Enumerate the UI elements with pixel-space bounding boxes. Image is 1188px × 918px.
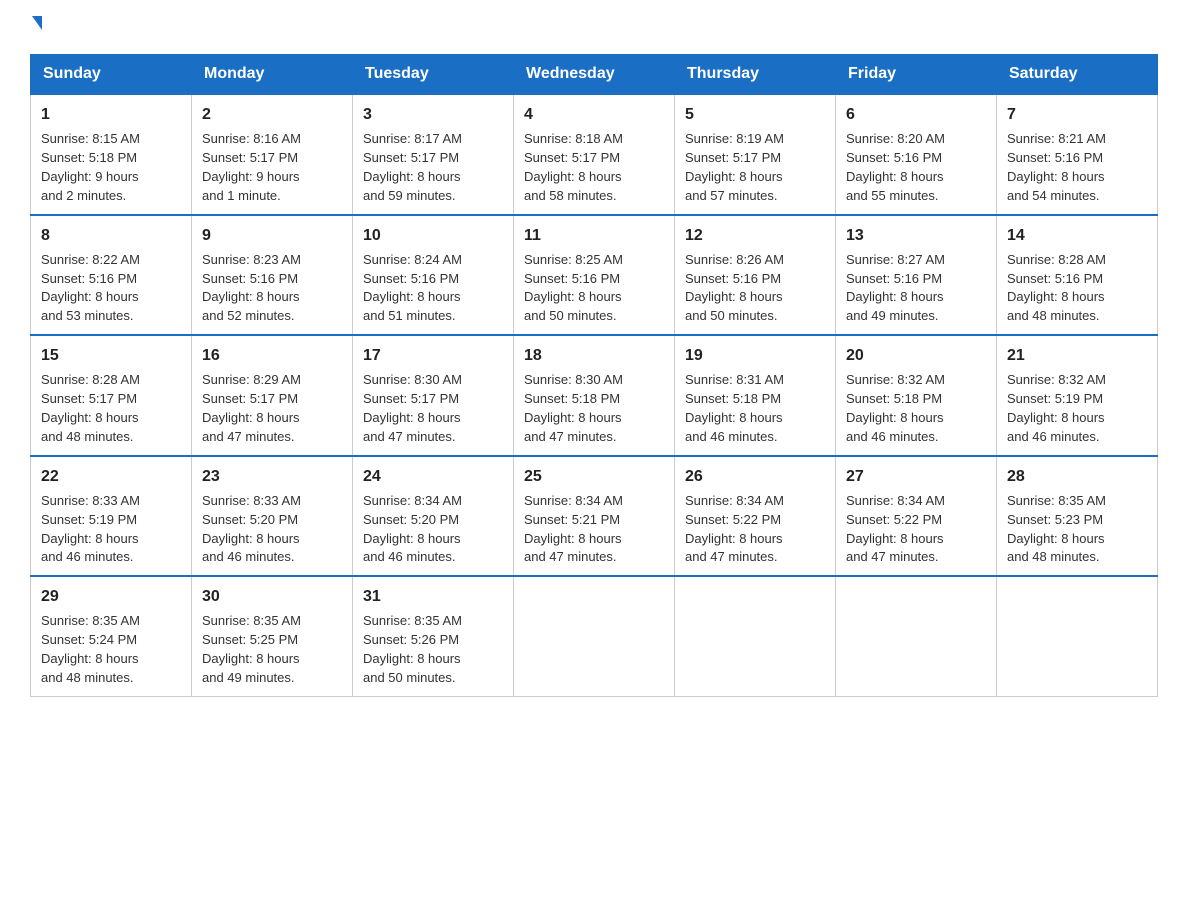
calendar-cell: 25Sunrise: 8:34 AMSunset: 5:21 PMDayligh… [514, 456, 675, 577]
calendar-week-row: 8Sunrise: 8:22 AMSunset: 5:16 PMDaylight… [31, 215, 1158, 336]
day-number: 4 [524, 103, 664, 126]
calendar-cell: 4Sunrise: 8:18 AMSunset: 5:17 PMDaylight… [514, 94, 675, 215]
calendar-cell: 16Sunrise: 8:29 AMSunset: 5:17 PMDayligh… [192, 335, 353, 456]
weekday-header-sunday: Sunday [31, 55, 192, 95]
calendar-cell: 8Sunrise: 8:22 AMSunset: 5:16 PMDaylight… [31, 215, 192, 336]
weekday-header-thursday: Thursday [675, 55, 836, 95]
calendar-cell: 19Sunrise: 8:31 AMSunset: 5:18 PMDayligh… [675, 335, 836, 456]
page-header [30, 20, 1158, 34]
calendar-cell [836, 576, 997, 696]
calendar-week-row: 22Sunrise: 8:33 AMSunset: 5:19 PMDayligh… [31, 456, 1158, 577]
day-number: 5 [685, 103, 825, 126]
calendar-cell [675, 576, 836, 696]
calendar-cell: 22Sunrise: 8:33 AMSunset: 5:19 PMDayligh… [31, 456, 192, 577]
day-number: 15 [41, 344, 181, 367]
day-number: 1 [41, 103, 181, 126]
weekday-header-tuesday: Tuesday [353, 55, 514, 95]
day-number: 25 [524, 465, 664, 488]
day-number: 12 [685, 224, 825, 247]
calendar-cell: 15Sunrise: 8:28 AMSunset: 5:17 PMDayligh… [31, 335, 192, 456]
calendar-cell: 31Sunrise: 8:35 AMSunset: 5:26 PMDayligh… [353, 576, 514, 696]
calendar-cell: 30Sunrise: 8:35 AMSunset: 5:25 PMDayligh… [192, 576, 353, 696]
calendar-cell: 18Sunrise: 8:30 AMSunset: 5:18 PMDayligh… [514, 335, 675, 456]
calendar-cell: 14Sunrise: 8:28 AMSunset: 5:16 PMDayligh… [997, 215, 1158, 336]
day-number: 17 [363, 344, 503, 367]
calendar-header-row: SundayMondayTuesdayWednesdayThursdayFrid… [31, 55, 1158, 95]
day-number: 24 [363, 465, 503, 488]
calendar-cell: 7Sunrise: 8:21 AMSunset: 5:16 PMDaylight… [997, 94, 1158, 215]
day-number: 21 [1007, 344, 1147, 367]
logo-arrow-icon [32, 16, 42, 30]
calendar-week-row: 15Sunrise: 8:28 AMSunset: 5:17 PMDayligh… [31, 335, 1158, 456]
calendar-cell: 5Sunrise: 8:19 AMSunset: 5:17 PMDaylight… [675, 94, 836, 215]
calendar-cell [997, 576, 1158, 696]
calendar-cell [514, 576, 675, 696]
weekday-header-monday: Monday [192, 55, 353, 95]
day-number: 31 [363, 585, 503, 608]
calendar-cell: 11Sunrise: 8:25 AMSunset: 5:16 PMDayligh… [514, 215, 675, 336]
calendar-cell: 24Sunrise: 8:34 AMSunset: 5:20 PMDayligh… [353, 456, 514, 577]
weekday-header-saturday: Saturday [997, 55, 1158, 95]
day-number: 8 [41, 224, 181, 247]
day-number: 18 [524, 344, 664, 367]
calendar-cell: 9Sunrise: 8:23 AMSunset: 5:16 PMDaylight… [192, 215, 353, 336]
day-number: 16 [202, 344, 342, 367]
day-number: 10 [363, 224, 503, 247]
day-number: 27 [846, 465, 986, 488]
day-number: 2 [202, 103, 342, 126]
day-number: 19 [685, 344, 825, 367]
day-number: 6 [846, 103, 986, 126]
day-number: 7 [1007, 103, 1147, 126]
day-number: 26 [685, 465, 825, 488]
calendar-cell: 26Sunrise: 8:34 AMSunset: 5:22 PMDayligh… [675, 456, 836, 577]
day-number: 20 [846, 344, 986, 367]
day-number: 3 [363, 103, 503, 126]
calendar-cell: 17Sunrise: 8:30 AMSunset: 5:17 PMDayligh… [353, 335, 514, 456]
calendar-cell: 12Sunrise: 8:26 AMSunset: 5:16 PMDayligh… [675, 215, 836, 336]
calendar-cell: 13Sunrise: 8:27 AMSunset: 5:16 PMDayligh… [836, 215, 997, 336]
day-number: 28 [1007, 465, 1147, 488]
calendar-cell: 3Sunrise: 8:17 AMSunset: 5:17 PMDaylight… [353, 94, 514, 215]
calendar-cell: 23Sunrise: 8:33 AMSunset: 5:20 PMDayligh… [192, 456, 353, 577]
day-number: 14 [1007, 224, 1147, 247]
calendar-cell: 2Sunrise: 8:16 AMSunset: 5:17 PMDaylight… [192, 94, 353, 215]
day-number: 29 [41, 585, 181, 608]
calendar-cell: 10Sunrise: 8:24 AMSunset: 5:16 PMDayligh… [353, 215, 514, 336]
calendar-cell: 27Sunrise: 8:34 AMSunset: 5:22 PMDayligh… [836, 456, 997, 577]
calendar-cell: 29Sunrise: 8:35 AMSunset: 5:24 PMDayligh… [31, 576, 192, 696]
calendar-cell: 1Sunrise: 8:15 AMSunset: 5:18 PMDaylight… [31, 94, 192, 215]
calendar-cell: 20Sunrise: 8:32 AMSunset: 5:18 PMDayligh… [836, 335, 997, 456]
day-number: 11 [524, 224, 664, 247]
day-number: 9 [202, 224, 342, 247]
calendar-cell: 28Sunrise: 8:35 AMSunset: 5:23 PMDayligh… [997, 456, 1158, 577]
weekday-header-wednesday: Wednesday [514, 55, 675, 95]
day-number: 22 [41, 465, 181, 488]
weekday-header-friday: Friday [836, 55, 997, 95]
day-number: 13 [846, 224, 986, 247]
day-number: 30 [202, 585, 342, 608]
calendar-table: SundayMondayTuesdayWednesdayThursdayFrid… [30, 54, 1158, 697]
logo [30, 20, 42, 34]
calendar-cell: 21Sunrise: 8:32 AMSunset: 5:19 PMDayligh… [997, 335, 1158, 456]
day-number: 23 [202, 465, 342, 488]
calendar-week-row: 29Sunrise: 8:35 AMSunset: 5:24 PMDayligh… [31, 576, 1158, 696]
calendar-week-row: 1Sunrise: 8:15 AMSunset: 5:18 PMDaylight… [31, 94, 1158, 215]
calendar-cell: 6Sunrise: 8:20 AMSunset: 5:16 PMDaylight… [836, 94, 997, 215]
